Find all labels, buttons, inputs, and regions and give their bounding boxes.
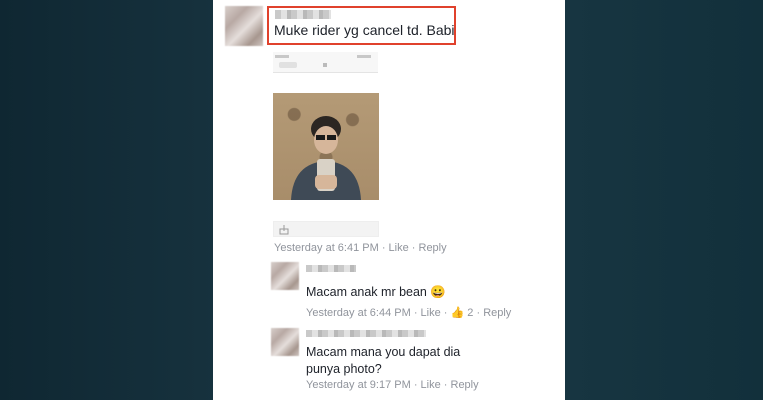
reply1-text-body: Macam anak mr bean	[306, 285, 427, 299]
reply2-text: Macam mana you dapat dia punya photo?	[306, 345, 461, 376]
reply1-meta: Yesterday at 6:44 PM · Like · 👍 2 · Repl…	[306, 306, 511, 319]
reply2-meta: Yesterday at 9:17 PM · Like · Reply	[306, 379, 479, 391]
reply1-meta-time: Yesterday at 6:44 PM · Like ·	[306, 307, 448, 319]
grin-emoji-icon: 😀	[430, 285, 446, 299]
reply1-author-name[interactable]	[306, 265, 356, 272]
selfie-illustration	[291, 116, 361, 200]
phone-status-strip	[273, 52, 378, 73]
attachment-bar[interactable]	[273, 221, 379, 237]
reply1-like-count[interactable]: 2	[467, 307, 473, 319]
post-text: Muke rider yg cancel td. Babi	[274, 22, 455, 38]
selfie-photo[interactable]	[273, 93, 379, 200]
reply1-text: Macam anak mr bean 😀	[306, 284, 446, 301]
phone-status-graphic	[275, 55, 371, 68]
share-icon	[279, 225, 289, 235]
reply2-avatar[interactable]	[271, 328, 299, 356]
comment-panel: Muke rider yg cancel td. Babi Yesterday …	[213, 0, 565, 400]
post-meta: Yesterday at 6:41 PM · Like · Reply	[274, 242, 447, 254]
like-thumb-icon: 👍	[450, 307, 465, 319]
reply2-author-name[interactable]	[306, 330, 426, 337]
reply1-meta-tail[interactable]: · Reply	[476, 307, 511, 319]
reply1-avatar[interactable]	[271, 262, 299, 290]
post-author-avatar[interactable]	[225, 6, 263, 46]
